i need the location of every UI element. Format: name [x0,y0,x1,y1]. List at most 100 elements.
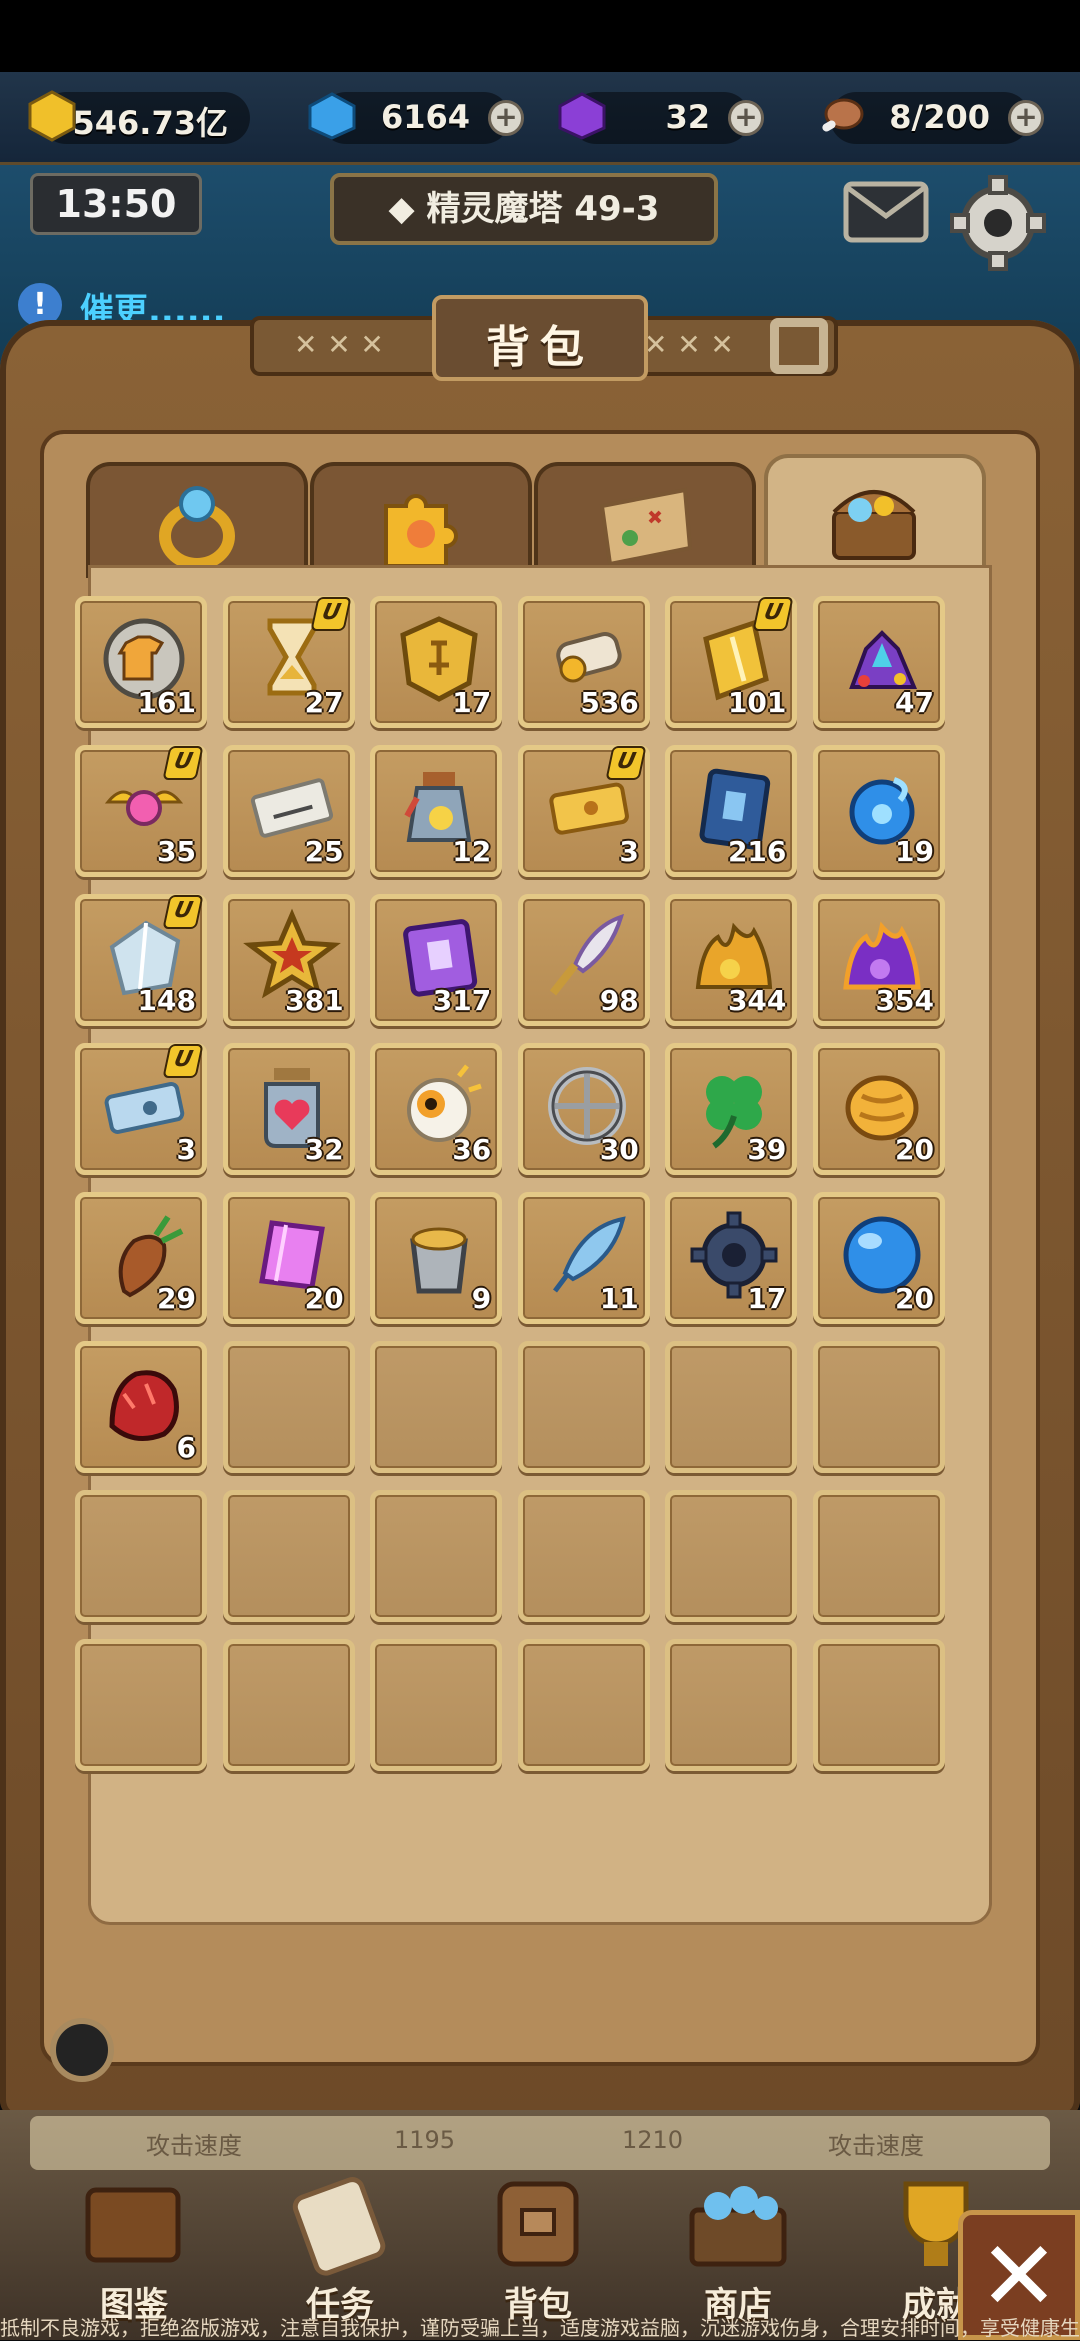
round-button[interactable] [50,2018,114,2082]
item-slot-eye-orb[interactable]: 36 [370,1043,503,1175]
item-slot-gold-ticket[interactable]: U 101 [665,596,798,728]
item-slot-heart-jar[interactable]: 32 [222,1043,355,1175]
item-slot-hourglass[interactable]: U 27 [222,596,355,728]
empty-slot [370,1639,503,1771]
resource-bar: 546.73亿 6164 + 32 + 8/200 + [0,72,1080,165]
item-count: 20 [895,1133,934,1166]
status-bar [0,0,1080,72]
map-icon [599,487,693,567]
u-badge: U [605,746,647,780]
treasure-chest-icon [832,490,916,560]
item-slot-bucket[interactable]: 9 [370,1192,503,1324]
item-count: 11 [599,1282,639,1315]
item-count: 36 [452,1133,492,1166]
item-count: 12 [452,835,492,868]
u-badge: U [752,597,795,631]
empty-slot [517,1639,650,1771]
item-slot-crystal-shard[interactable]: U 148 [75,894,207,1026]
item-slot-star-badge[interactable]: 381 [222,894,355,1026]
empty-slot [370,1490,503,1622]
item-slot-blue-book[interactable]: 216 [665,745,798,877]
item-slot-blue-ball[interactable]: 20 [813,1192,945,1324]
puzzle-icon [384,494,458,568]
clock: 13:50 [30,173,202,235]
stat-label-right: 攻击速度 [828,2132,924,2160]
item-slot-gold-ore[interactable]: 344 [665,894,798,1026]
ring-icon [159,486,235,570]
quest-scroll-icon [292,2177,386,2276]
item-count: 27 [304,686,344,719]
tab-pets[interactable] [310,462,532,578]
bottom-nav: 攻击速度 1195 1210 攻击速度 图鉴 任务 背包 商店 成就 [0,2110,1080,2340]
item-count: 20 [895,1282,934,1315]
crystal-counter: 32 + [558,92,764,144]
settings-gear-icon[interactable] [948,173,1048,273]
item-slot-pink-crystal[interactable]: 20 [222,1192,355,1324]
tab-equipment[interactable] [86,462,308,578]
item-count: 98 [599,984,639,1017]
stamina-counter: 8/200 + [822,92,1044,144]
item-count: 17 [452,686,492,719]
item-slot-root[interactable]: 29 [75,1192,207,1324]
tab-maps[interactable] [534,462,756,578]
gem-amount: 6164 [380,98,470,136]
item-slot-winged-orb[interactable]: U 35 [75,745,207,877]
item-count: 536 [580,686,639,719]
item-count: 20 [304,1282,344,1315]
item-slot-blue-ticket[interactable]: U3 [75,1043,207,1175]
empty-slot [517,1341,650,1473]
item-count: 32 [304,1133,344,1166]
u-badge: U [309,597,352,631]
mail-icon[interactable] [838,170,934,250]
buckle-decoration [770,318,828,374]
gem-counter: 6164 + [308,92,524,144]
item-count: 148 [137,984,196,1017]
stage-label[interactable]: ◆ 精灵魔塔 49-3 [330,173,718,245]
item-count: 17 [747,1282,787,1315]
backpack-icon [497,2181,579,2267]
item-grid: 161 U 27 17 536 U 101 47 U 35 25 12 U 3 216 19 U 148 381 31… [75,565,992,1925]
gold-counter: 546.73亿 [28,90,250,144]
empty-slot [517,1490,650,1622]
crystal-amount: 32 [665,98,710,136]
stat-value-2: 1210 [622,2126,684,2154]
title-plate: 背包 [432,295,648,381]
item-slot-scroll[interactable]: 536 [517,596,650,728]
add-crystals-button[interactable]: + [728,100,764,136]
empty-slot [665,1639,798,1771]
item-slot-purple-book[interactable]: 317 [370,894,503,1026]
item-count: 101 [727,686,787,719]
item-slot-ticket[interactable]: U3 [517,745,650,877]
empty-slot [813,1639,945,1771]
item-slot-dark-gear[interactable]: 17 [665,1192,798,1324]
item-slot-bottle[interactable]: 12 [370,745,503,877]
item-slot-gold-rune[interactable]: 17 [370,596,503,728]
u-badge: U [162,1044,204,1078]
item-slot-coupon[interactable]: 25 [222,745,355,877]
item-slot-wheel[interactable]: 30 [517,1043,650,1175]
add-stamina-button[interactable]: + [1008,100,1044,136]
item-count: 216 [727,835,787,868]
empty-slot [75,1639,207,1771]
u-badge: U [162,895,204,929]
add-gems-button[interactable]: + [488,100,524,136]
item-count: 161 [137,686,196,719]
item-slot-red-ore[interactable]: 6 [75,1341,207,1473]
item-slot-purple-ore[interactable]: 354 [813,894,945,1026]
empty-slot [813,1490,945,1622]
item-slot-blue-orb[interactable]: 19 [813,745,945,877]
u-badge: U [162,746,204,780]
item-count: 354 [875,984,934,1017]
item-slot-feather-sword[interactable]: 98 [517,894,650,1026]
item-slot-walnut[interactable]: 20 [813,1043,945,1175]
meat-icon [822,98,864,132]
item-count: 344 [727,984,787,1017]
item-count: 381 [285,984,344,1017]
item-slot-armor-coin[interactable]: 161 [75,596,207,728]
gold-amount: 546.73亿 [72,104,229,142]
item-count: 30 [599,1133,639,1166]
item-slot-clover[interactable]: 39 [665,1043,798,1175]
item-slot-blue-feather[interactable]: 11 [517,1192,650,1324]
empty-slot [370,1341,503,1473]
item-slot-gem-pile[interactable]: 47 [813,596,945,728]
